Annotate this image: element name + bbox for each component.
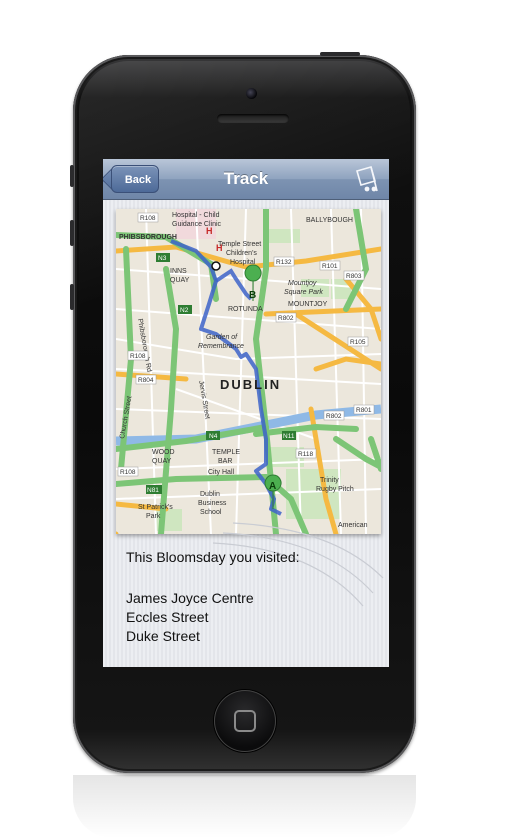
svg-text:N3: N3 bbox=[158, 255, 167, 262]
svg-text:St Patrick's: St Patrick's bbox=[138, 504, 173, 511]
phone-reflection bbox=[73, 775, 416, 838]
svg-text:R101: R101 bbox=[322, 263, 338, 270]
svg-text:H: H bbox=[206, 226, 213, 236]
svg-text:R132: R132 bbox=[276, 259, 292, 266]
svg-text:R108: R108 bbox=[120, 469, 136, 476]
svg-text:WOOD: WOOD bbox=[152, 449, 175, 456]
svg-text:N4: N4 bbox=[209, 433, 218, 440]
svg-text:R108: R108 bbox=[140, 215, 156, 222]
svg-text:QUAY: QUAY bbox=[170, 277, 190, 284]
svg-text:QUAY: QUAY bbox=[152, 458, 172, 465]
svg-text:TEMPLE: TEMPLE bbox=[212, 449, 240, 456]
svg-text:R108: R108 bbox=[130, 353, 146, 360]
route-map[interactable]: B A Hospital - Child Guidance Clinic R10… bbox=[116, 209, 381, 534]
mute-switch bbox=[70, 165, 74, 187]
svg-text:N81: N81 bbox=[147, 487, 159, 494]
svg-text:Square Park: Square Park bbox=[284, 289, 323, 296]
front-camera bbox=[246, 88, 257, 99]
svg-text:Temple Street: Temple Street bbox=[218, 241, 261, 248]
volume-up-button bbox=[70, 220, 74, 246]
visited-list: James Joyce Centre Eccles Street Duke St… bbox=[126, 589, 254, 646]
visited-item: James Joyce Centre bbox=[126, 590, 254, 606]
svg-text:R105: R105 bbox=[350, 339, 366, 346]
svg-text:Guidance Clinic: Guidance Clinic bbox=[172, 221, 222, 228]
svg-text:H: H bbox=[216, 243, 223, 253]
svg-text:Garden of: Garden of bbox=[206, 334, 238, 341]
svg-text:R804: R804 bbox=[138, 377, 154, 384]
svg-text:Hospital: Hospital bbox=[230, 259, 256, 266]
home-button[interactable] bbox=[214, 690, 276, 752]
route-start-dot bbox=[211, 261, 221, 271]
svg-text:B: B bbox=[249, 290, 256, 301]
svg-text:R118: R118 bbox=[298, 451, 313, 458]
visited-heading: This Bloomsday you visited: bbox=[126, 549, 300, 565]
visited-item: Duke Street bbox=[126, 628, 200, 644]
svg-text:BALLYBOUGH: BALLYBOUGH bbox=[306, 217, 353, 224]
home-square-icon bbox=[234, 710, 256, 732]
svg-text:Trinity: Trinity bbox=[320, 477, 339, 484]
svg-text:City Hall: City Hall bbox=[208, 469, 235, 476]
svg-text:ROTUNDA: ROTUNDA bbox=[228, 306, 263, 313]
page-title: Track bbox=[223, 169, 269, 188]
map-canvas: B A Hospital - Child Guidance Clinic R10… bbox=[116, 209, 381, 534]
svg-text:Rugby Pitch: Rugby Pitch bbox=[316, 486, 354, 493]
tracker-icon[interactable] bbox=[351, 164, 381, 194]
svg-text:DUBLIN: DUBLIN bbox=[220, 377, 281, 392]
svg-text:MOUNTJOY: MOUNTJOY bbox=[288, 301, 328, 308]
svg-text:Mountjoy: Mountjoy bbox=[288, 280, 317, 287]
visited-item: Eccles Street bbox=[126, 609, 209, 625]
svg-text:BAR: BAR bbox=[218, 458, 232, 465]
svg-text:R803: R803 bbox=[346, 273, 362, 280]
svg-text:Business: Business bbox=[198, 500, 227, 507]
svg-text:R802: R802 bbox=[326, 413, 342, 420]
earpiece-speaker bbox=[217, 114, 289, 123]
svg-text:Remembrance: Remembrance bbox=[198, 343, 244, 350]
svg-text:INNS: INNS bbox=[170, 268, 187, 275]
power-button bbox=[320, 52, 360, 56]
svg-text:School: School bbox=[200, 509, 222, 516]
svg-text:N11: N11 bbox=[283, 433, 295, 440]
svg-text:Park: Park bbox=[146, 513, 161, 520]
content-area: B A Hospital - Child Guidance Clinic R10… bbox=[103, 200, 389, 667]
svg-text:A: A bbox=[269, 481, 276, 492]
nav-bar: Back Track bbox=[103, 159, 389, 200]
svg-text:PHIBSBOROUGH: PHIBSBOROUGH bbox=[119, 234, 177, 241]
svg-text:Dublin: Dublin bbox=[200, 491, 220, 498]
svg-text:Hospital - Child: Hospital - Child bbox=[172, 212, 220, 219]
svg-text:R801: R801 bbox=[356, 407, 372, 414]
svg-text:Children's: Children's bbox=[226, 250, 257, 257]
svg-text:N2: N2 bbox=[180, 307, 189, 314]
svg-text:R802: R802 bbox=[278, 315, 294, 322]
svg-text:American: American bbox=[338, 522, 368, 529]
app-screen: Back Track B A Hospital - Child Guidance… bbox=[103, 159, 389, 667]
volume-down-button bbox=[70, 284, 74, 310]
